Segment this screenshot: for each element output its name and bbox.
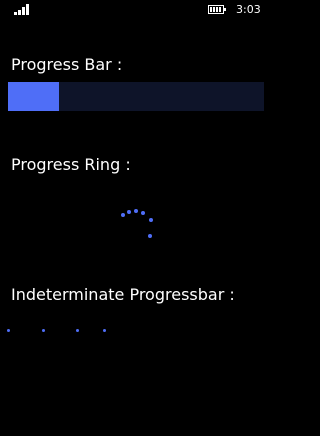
progress-ring-dot — [141, 211, 145, 215]
progress-ring-dot — [134, 209, 138, 213]
battery-icon — [208, 5, 226, 14]
signal-bars-icon — [14, 4, 30, 15]
progress-ring-label: Progress Ring : — [11, 155, 131, 174]
indeterminate-dot — [76, 329, 79, 332]
progress-ring-dot — [148, 234, 152, 238]
clock: 3:03 — [236, 3, 261, 16]
progress-ring-dot — [127, 210, 131, 214]
indeterminate-progressbar — [0, 328, 272, 334]
progress-bar-fill — [8, 82, 60, 111]
progress-ring — [110, 198, 160, 248]
indeterminate-dot — [42, 329, 45, 332]
indeterminate-dot — [7, 329, 10, 332]
indeterminate-dot — [103, 329, 106, 332]
progress-ring-dot — [149, 218, 153, 222]
status-bar: 3:03 — [0, 0, 272, 20]
indeterminate-progressbar-label: Indeterminate Progressbar : — [11, 285, 235, 304]
progress-ring-dot — [121, 213, 125, 217]
progress-bar — [8, 82, 264, 111]
progress-bar-label: Progress Bar : — [11, 55, 123, 74]
